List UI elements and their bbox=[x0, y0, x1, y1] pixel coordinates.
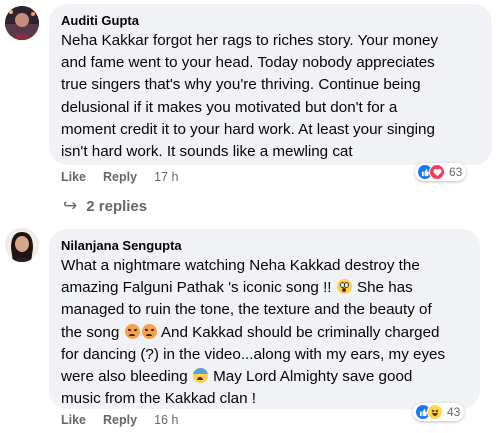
reply-button[interactable]: Reply bbox=[103, 170, 137, 184]
screaming-face-emoji bbox=[336, 279, 352, 295]
reaction-summary[interactable]: 63 bbox=[415, 163, 467, 181]
comment-author[interactable]: Auditi Gupta bbox=[61, 13, 480, 29]
replies-label: 2 replies bbox=[86, 197, 148, 215]
angry-face-emoji bbox=[124, 323, 140, 339]
comment-author[interactable]: Nilanjana Sengupta bbox=[61, 238, 468, 254]
avatar[interactable] bbox=[5, 6, 39, 40]
angry-face-emoji bbox=[141, 323, 157, 339]
love-icon bbox=[429, 164, 445, 180]
avatar[interactable] bbox=[5, 228, 39, 262]
haha-icon bbox=[427, 404, 443, 420]
fearful-face-emoji bbox=[192, 368, 208, 384]
like-button[interactable]: Like bbox=[61, 413, 86, 427]
reaction-count: 63 bbox=[449, 165, 463, 179]
reply-button[interactable]: Reply bbox=[103, 413, 137, 427]
reaction-count: 43 bbox=[447, 405, 461, 419]
comment-bubble: Auditi Gupta Neha Kakkar forgot her rags… bbox=[49, 4, 492, 165]
comment-text: What a nightmare watching Neha Kakkad de… bbox=[61, 257, 446, 408]
reply-arrow-icon: ↪ bbox=[63, 196, 78, 215]
comment-actions: Like Reply 17 h bbox=[61, 170, 178, 184]
comment-timestamp[interactable]: 17 h bbox=[154, 170, 178, 184]
comment-text: Neha Kakkar forgot her rags to riches st… bbox=[61, 32, 439, 161]
comment-actions: Like Reply 16 h bbox=[61, 413, 178, 427]
comment-timestamp[interactable]: 16 h bbox=[154, 413, 178, 427]
comment-bubble: Nilanjana Sengupta What a nightmare watc… bbox=[49, 229, 480, 409]
view-replies-button[interactable]: ↪ 2 replies bbox=[63, 196, 147, 216]
like-button[interactable]: Like bbox=[61, 170, 86, 184]
reaction-summary[interactable]: 43 bbox=[413, 403, 465, 421]
